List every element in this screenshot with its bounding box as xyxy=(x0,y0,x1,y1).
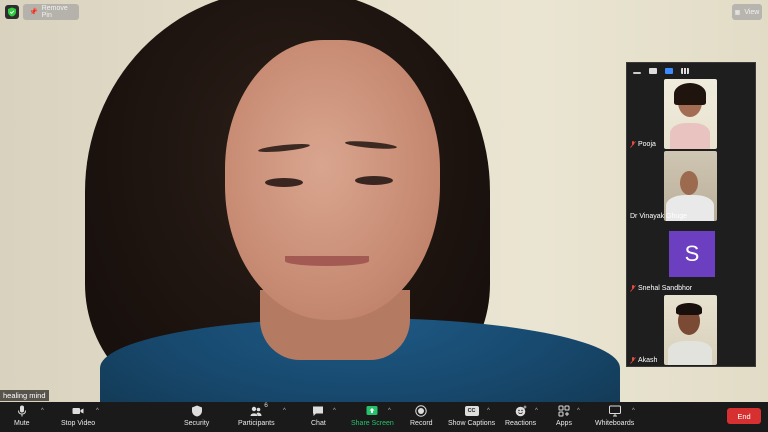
participant-tile-snehal-sandbhor[interactable]: S Snehal Sandbhor xyxy=(627,223,755,293)
gallery-panel-toolbar xyxy=(627,63,755,79)
reactions-button[interactable]: Reactions xyxy=(505,404,536,427)
end-meeting-button[interactable]: End xyxy=(727,408,761,424)
record-button[interactable]: Record xyxy=(410,404,433,427)
shield-icon xyxy=(190,404,204,417)
mute-options-chevron-icon[interactable]: ^ xyxy=(41,408,44,414)
participants-icon: 6 xyxy=(249,402,268,417)
participant-tile-pooja[interactable]: Pooja xyxy=(627,79,755,149)
apps-options-chevron-icon[interactable]: ^ xyxy=(577,408,580,414)
participant-tile-akash[interactable]: Akash xyxy=(627,295,755,365)
strip-view-icon[interactable] xyxy=(665,68,673,74)
video-options-chevron-icon[interactable]: ^ xyxy=(96,408,99,414)
participant-video xyxy=(664,151,717,221)
speaker-face xyxy=(225,40,440,320)
participants-options-chevron-icon[interactable]: ^ xyxy=(283,408,286,414)
mic-muted-icon xyxy=(630,285,636,292)
participant-gallery-panel: Pooja Dr Vinayak Ghuge S Snehal Sandbhor xyxy=(626,62,756,367)
participant-tile-dr-vinayak-ghuge[interactable]: Dr Vinayak Ghuge xyxy=(627,151,755,221)
whiteboards-options-chevron-icon[interactable]: ^ xyxy=(632,408,635,414)
avatar: S xyxy=(669,231,715,277)
chat-bubble-icon xyxy=(311,404,325,417)
whiteboards-button[interactable]: Whiteboards xyxy=(595,404,634,427)
minimize-icon[interactable] xyxy=(633,72,641,74)
speaker-name-label: healing mind xyxy=(0,390,49,401)
mic-muted-icon xyxy=(630,357,636,364)
record-icon xyxy=(414,404,428,417)
participant-name-pooja: Pooja xyxy=(630,141,656,148)
left-eye xyxy=(265,178,303,187)
mouth xyxy=(285,256,369,266)
mute-button[interactable]: Mute xyxy=(14,404,30,427)
apps-button[interactable]: Apps xyxy=(556,404,572,427)
share-options-chevron-icon[interactable]: ^ xyxy=(388,408,391,414)
mic-muted-icon xyxy=(630,141,636,148)
participants-count: 6 xyxy=(264,402,268,409)
remove-pin-button[interactable]: 📌 Remove Pin xyxy=(23,4,79,20)
participant-video xyxy=(664,295,717,365)
right-eye xyxy=(355,176,393,185)
speaker-view-icon[interactable] xyxy=(649,68,657,74)
video-camera-icon xyxy=(71,404,85,417)
security-shield-button[interactable] xyxy=(5,5,19,19)
whiteboard-icon xyxy=(608,404,622,417)
chat-options-chevron-icon[interactable]: ^ xyxy=(333,408,336,414)
grid-icon: ▦ xyxy=(734,9,741,16)
microphone-icon xyxy=(15,404,29,417)
security-button[interactable]: Security xyxy=(184,404,209,427)
reactions-options-chevron-icon[interactable]: ^ xyxy=(535,408,538,414)
participant-video xyxy=(664,79,717,149)
chat-button[interactable]: Chat xyxy=(311,404,326,427)
stop-video-button[interactable]: Stop Video xyxy=(61,404,95,427)
pin-icon: 📌 xyxy=(29,9,38,16)
closed-captions-icon: CC xyxy=(464,404,479,417)
gallery-view-icon[interactable] xyxy=(681,68,689,74)
smiley-plus-icon xyxy=(514,404,528,417)
share-screen-icon xyxy=(365,404,379,417)
shield-icon xyxy=(8,7,16,17)
captions-options-chevron-icon[interactable]: ^ xyxy=(487,408,490,414)
meeting-toolbar: Mute ^ Stop Video ^ Security 6 Participa… xyxy=(0,402,768,432)
participant-name-dr-vinayak-ghuge: Dr Vinayak Ghuge xyxy=(630,213,688,220)
participant-name-akash: Akash xyxy=(630,357,657,364)
apps-icon xyxy=(557,404,571,417)
participants-button[interactable]: 6 Participants xyxy=(238,402,275,427)
view-button[interactable]: ▦ View xyxy=(732,4,762,20)
participant-name-snehal-sandbhor: Snehal Sandbhor xyxy=(630,285,692,292)
